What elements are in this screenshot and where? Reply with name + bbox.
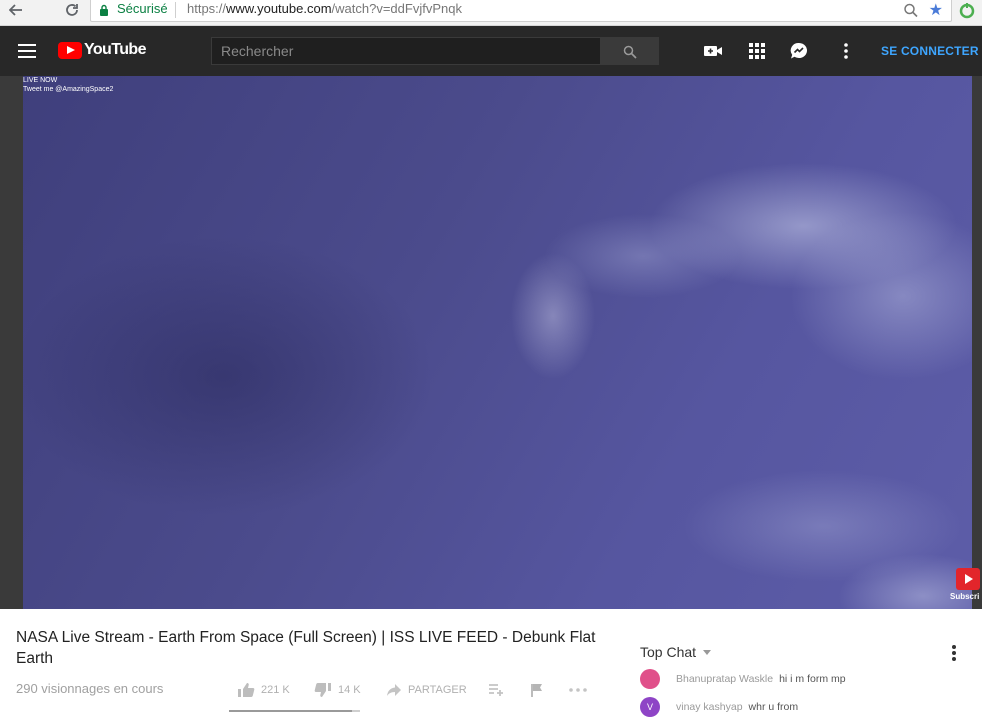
live-overlay: LIVE NOW Tweet me @AmazingSpace2 [23,76,113,94]
chat-text: whr u from [748,701,799,713]
chat-header-label: Top Chat [640,644,697,660]
apps-grid-icon[interactable] [747,42,767,60]
subscribe-watermark[interactable]: Subscri [950,568,982,604]
youtube-masthead: YouTube SE CONNECTER [0,26,982,76]
like-ratio-fill [229,710,353,712]
search-input[interactable] [212,38,600,64]
avatar [640,669,660,689]
flag-icon [531,684,542,697]
dislike-button[interactable]: 14 K [314,678,361,702]
video-actions: 221 K 14 K PARTAGER [230,678,600,702]
url-path: /watch?v=ddFvjfvPnqk [331,1,462,16]
avatar: V [640,697,660,717]
chat-text: hi i m form mp [779,673,846,685]
more-horizontal-icon [569,688,587,692]
chat-author[interactable]: Bhanupratap Waskle [676,673,773,685]
thumbs-down-icon [314,683,331,697]
view-count: 290 visionnages en cours [16,681,164,696]
chat-more-options-icon[interactable] [950,645,958,661]
search-icon [623,45,637,59]
video-title: NASA Live Stream - Earth From Space (Ful… [16,629,596,667]
chat-message: Bhanupratap Waskle hi i m form mp [640,669,846,689]
url-scheme: https:// [187,1,227,16]
youtube-play-icon [956,568,980,590]
address-bar[interactable]: Sécurisé https://www.youtube.com/watch?v… [90,0,952,22]
create-video-icon[interactable] [703,42,723,60]
lock-icon [100,4,108,16]
browser-toolbar: Sécurisé https://www.youtube.com/watch?v… [0,0,982,26]
video-player: LIVE NOW Tweet me @AmazingSpace2 Subscri [0,76,982,609]
zoom-icon[interactable] [903,1,919,19]
url-host: www.youtube.com [226,1,332,16]
search-box [211,37,601,65]
search-button[interactable] [600,37,659,65]
add-to-playlist-button[interactable] [488,678,510,702]
chat-author[interactable]: vinay kashyap [676,701,743,713]
more-actions-button[interactable] [568,678,594,702]
logo-text: YouTube [84,41,146,58]
share-button[interactable]: PARTAGER [386,678,467,702]
more-options-icon[interactable] [836,42,856,60]
thumbs-up-icon [238,683,255,697]
bookmark-star-icon[interactable]: ★ [929,0,943,20]
chat-message: V vinay kashyap whr u from [640,697,798,717]
back-arrow-icon[interactable] [6,3,26,23]
caret-down-icon [703,649,712,655]
video-frame[interactable]: LIVE NOW Tweet me @AmazingSpace2 [23,76,972,609]
like-button[interactable]: 221 K [237,678,290,702]
messages-icon[interactable] [789,42,809,60]
share-arrow-icon [387,684,401,696]
extension-icon[interactable] [958,2,976,20]
dislike-count: 14 K [338,684,361,696]
like-ratio-bar [229,710,360,712]
sign-in-button[interactable]: SE CONNECTER [881,44,979,58]
tweet-label: Tweet me @AmazingSpace2 [23,86,114,93]
report-button[interactable] [530,678,550,702]
reload-icon[interactable] [62,3,82,23]
chat-filter-dropdown[interactable]: Top Chat [640,644,712,660]
playlist-add-icon [489,684,503,696]
secure-label: Sécurisé [117,1,168,16]
divider [175,2,176,18]
like-count: 221 K [261,684,290,696]
live-now-label: LIVE NOW [23,77,58,84]
hamburger-menu-icon[interactable] [18,44,36,58]
subscribe-label: Subscri [950,592,980,601]
youtube-play-icon [58,42,82,59]
url-text[interactable]: https://www.youtube.com/watch?v=ddFvjfvP… [187,1,462,16]
share-label: PARTAGER [408,684,467,696]
